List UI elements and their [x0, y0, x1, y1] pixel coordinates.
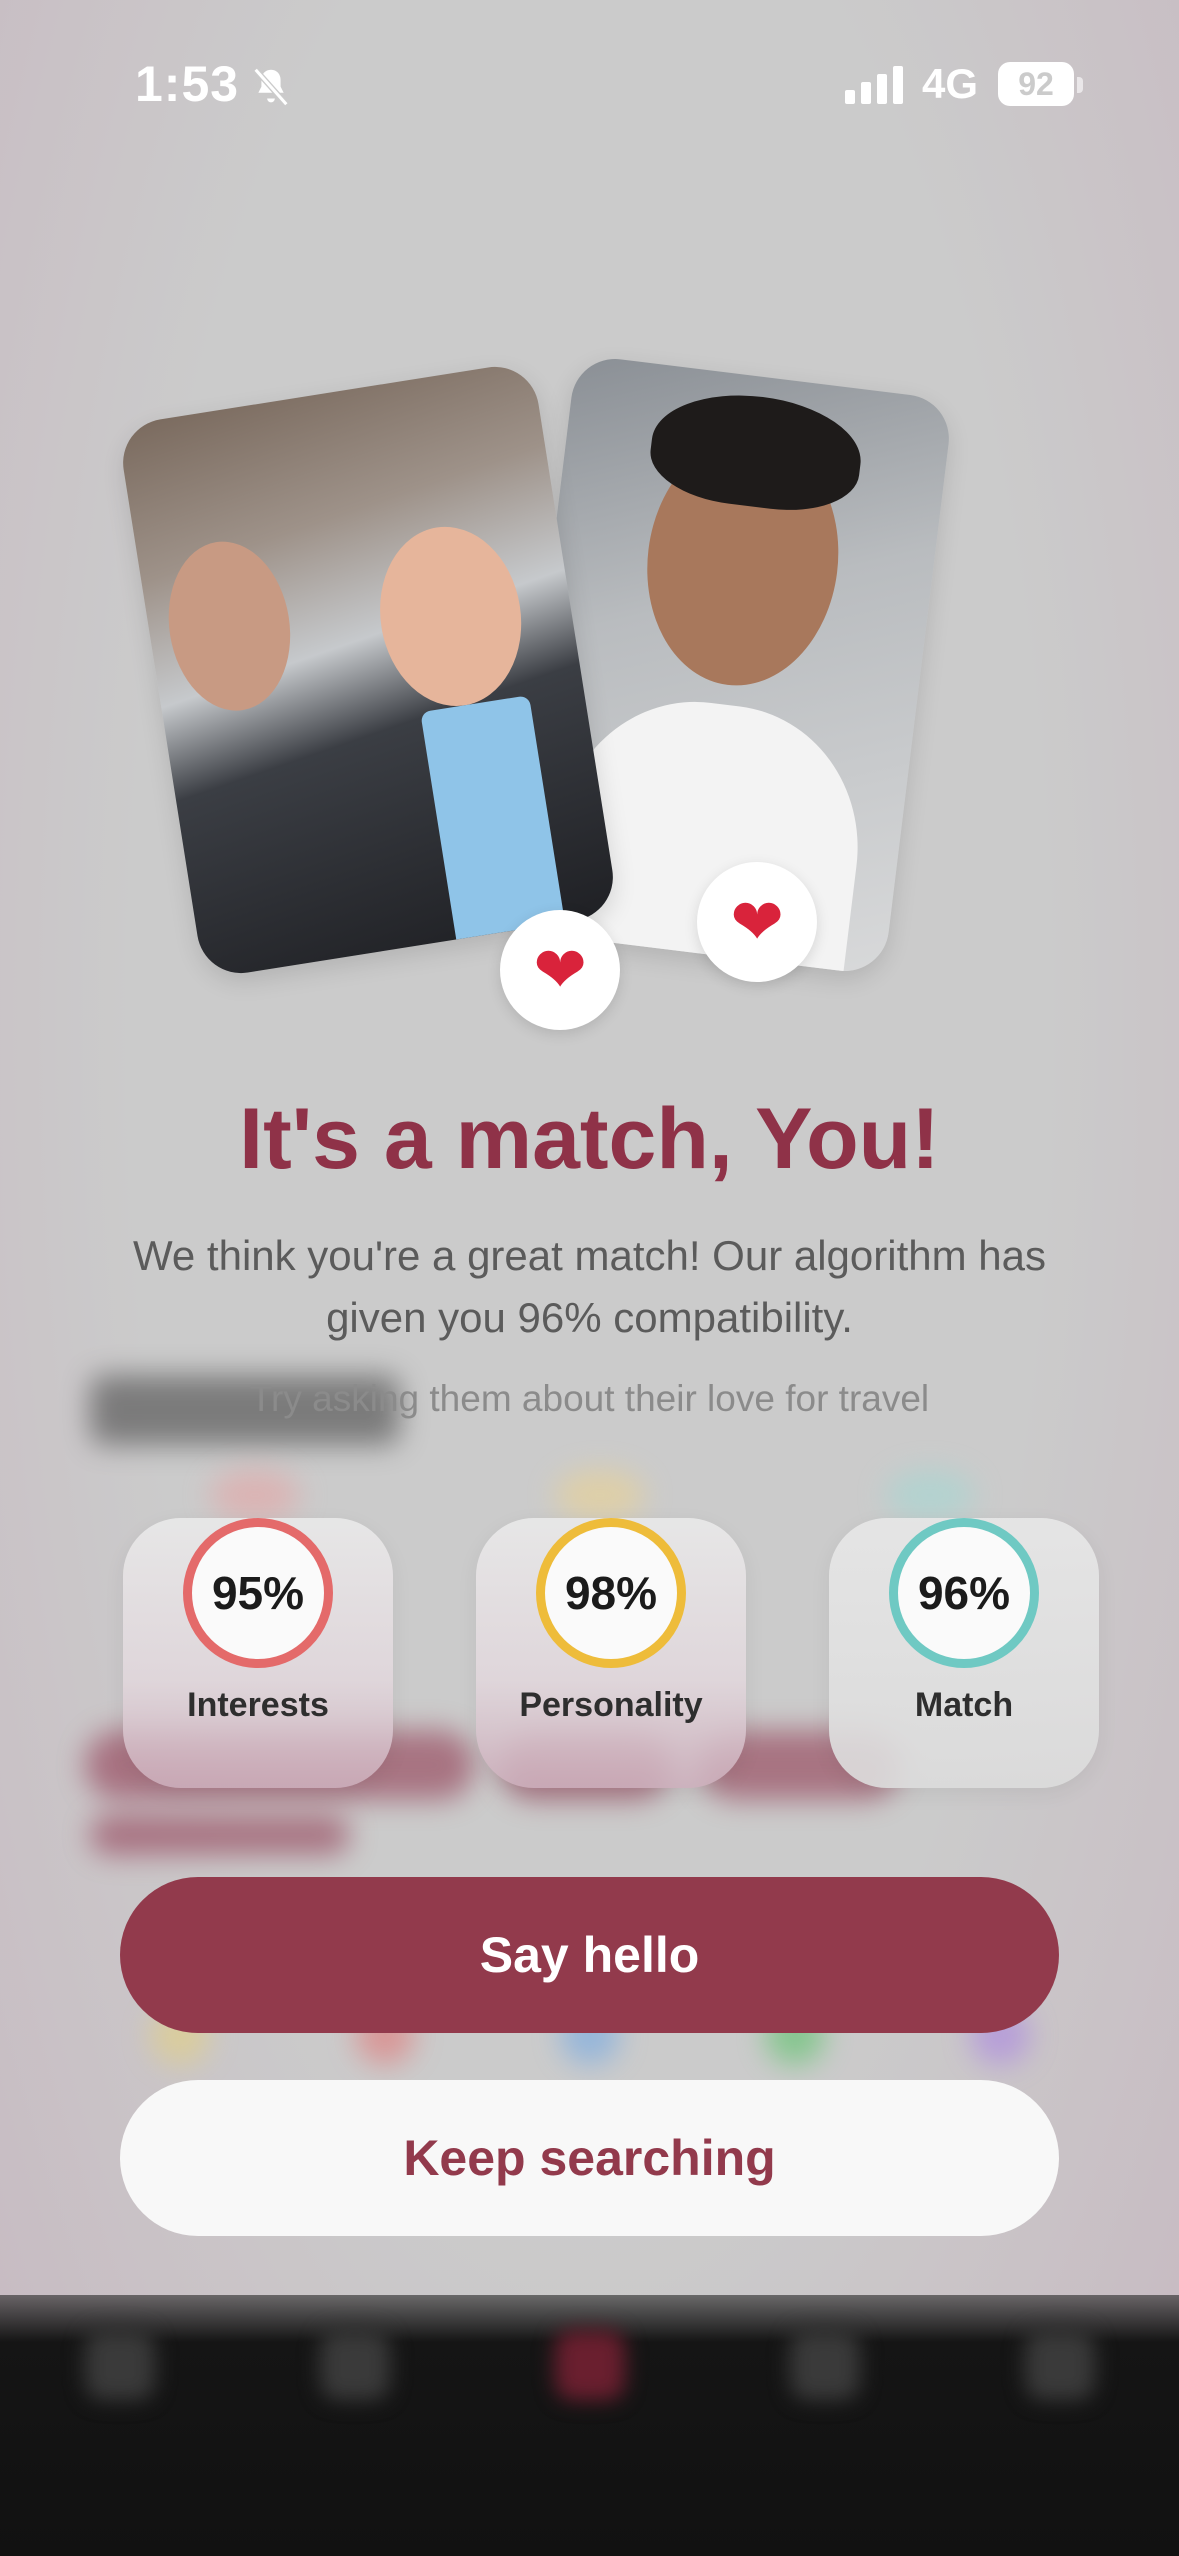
- network-type: 4G: [922, 60, 979, 107]
- battery-tip: [1077, 77, 1083, 93]
- background-blurred-line: [90, 1815, 350, 1855]
- keep-searching-button[interactable]: Keep searching: [120, 2080, 1059, 2236]
- score-ring: 98%: [536, 1518, 686, 1668]
- score-ring: 95%: [183, 1518, 333, 1668]
- heart-icon: ❤: [500, 910, 620, 1030]
- tab-icon: [320, 2330, 390, 2400]
- bell-slash-icon: [253, 67, 289, 107]
- score-card-personality: 98% Personality: [476, 1518, 746, 1788]
- match-subtitle: We think you're a great match! Our algor…: [133, 1232, 1046, 1341]
- background-blurred-shape: [210, 1470, 300, 1520]
- conversation-hint: Try asking them about their love for tra…: [249, 1378, 930, 1419]
- status-time: 1:53: [135, 56, 240, 112]
- heart-icon: ❤: [697, 862, 817, 982]
- match-title: It's a match, You!: [239, 1091, 940, 1187]
- score-label: Personality: [519, 1686, 703, 1724]
- match-photo-you: [116, 360, 620, 980]
- signal-icon: [845, 66, 903, 104]
- score-ring: 96%: [889, 1518, 1039, 1668]
- tab-icon: [85, 2330, 155, 2400]
- score-card-match: 96% Match: [829, 1518, 1099, 1788]
- battery-level: 92: [1018, 65, 1054, 102]
- tab-icon: [555, 2330, 625, 2400]
- say-hello-button[interactable]: Say hello: [120, 1877, 1059, 2033]
- photo-face-shape: [367, 516, 534, 717]
- background-blurred-shape: [885, 1470, 975, 1520]
- photo-face-shape: [156, 532, 302, 720]
- tab-icon: [790, 2330, 860, 2400]
- score-label: Match: [914, 1686, 1014, 1724]
- tab-icon: [1025, 2330, 1095, 2400]
- score-card-interests: 95% Interests: [123, 1518, 393, 1788]
- score-label: Interests: [187, 1686, 329, 1724]
- status-bar: 1:53 4G 92: [0, 0, 1179, 170]
- battery-icon: 92: [998, 62, 1074, 106]
- background-blurred-shape: [555, 1470, 645, 1520]
